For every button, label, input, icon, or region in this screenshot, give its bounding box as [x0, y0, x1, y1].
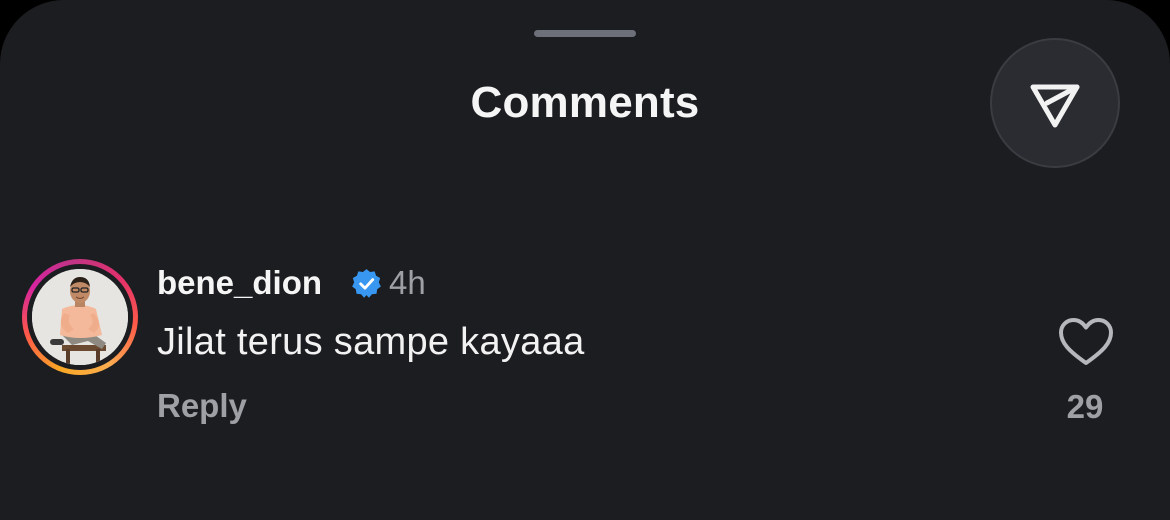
verified-badge-icon: [352, 269, 381, 298]
heart-outline-icon: [1059, 318, 1113, 365]
person-portrait-icon: [32, 269, 128, 365]
comment-timestamp: 4h: [389, 264, 426, 301]
reply-button[interactable]: Reply: [157, 384, 247, 428]
share-button[interactable]: [990, 38, 1120, 168]
comment-text: Jilat terus sampe kayaaa: [157, 321, 585, 363]
like-count: 29: [1066, 388, 1104, 425]
comment-username[interactable]: bene_dion: [157, 262, 322, 304]
avatar-photo: [32, 269, 128, 365]
like-button[interactable]: [1057, 316, 1115, 368]
paper-plane-send-icon: [1030, 84, 1080, 128]
sheet-grabber-handle[interactable]: [534, 30, 636, 37]
comments-sheet: Comments bene_dion 4h Jilat terus sampe …: [0, 0, 1170, 520]
avatar[interactable]: [22, 259, 138, 375]
